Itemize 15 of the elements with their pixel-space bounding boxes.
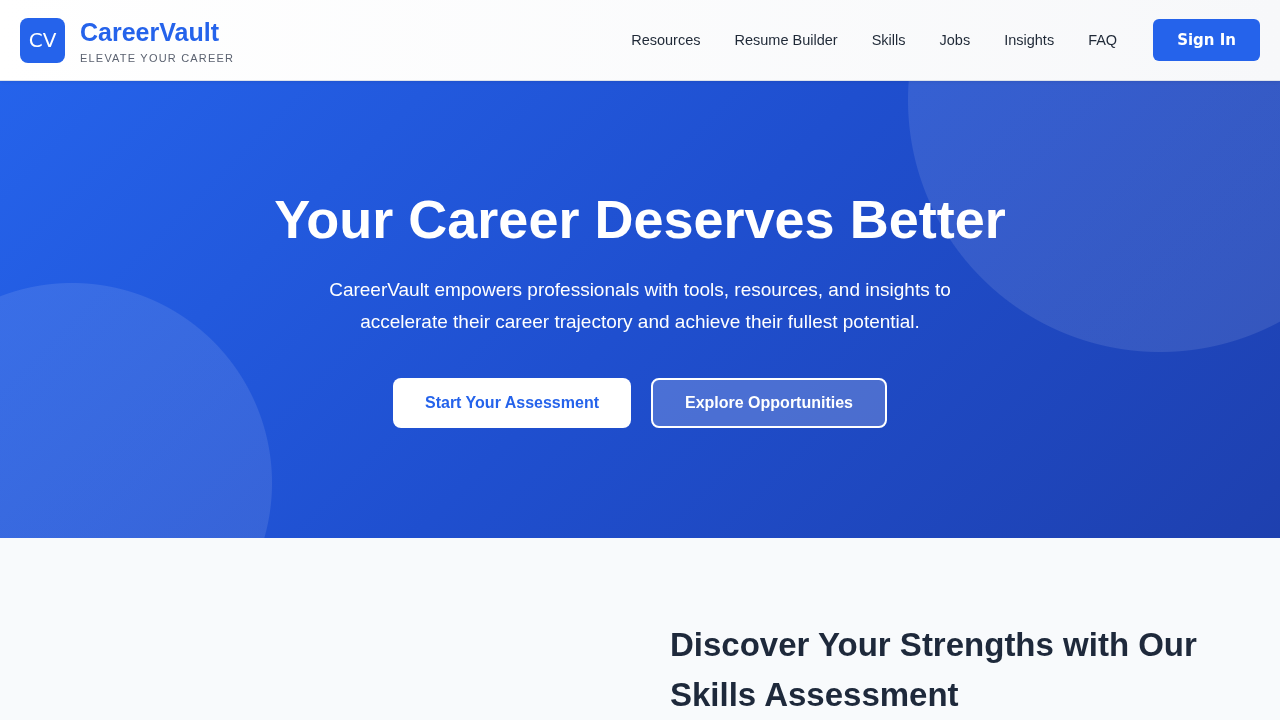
hero-subtitle: CareerVault empowers professionals with tools, resources, and insights to accelerate their career trajectory and achieve their fullest potential. — [328, 277, 952, 334]
nav-link[interactable]: Resources — [631, 32, 701, 48]
nav-link[interactable]: Resume Builder — [734, 32, 838, 48]
explore-opportunities-button[interactable]: Explore Opportunities — [651, 377, 887, 428]
sign-in-button[interactable]: Sign In — [1153, 19, 1260, 61]
brand-name: CareerVault — [80, 17, 220, 46]
hero-title: Your Career Deserves Better — [274, 187, 1006, 251]
logo-mark: CV — [20, 17, 65, 63]
section-heading: Discover Your Strengths with Our Skills Assessment — [670, 625, 1198, 715]
nav-link[interactable]: Skills — [871, 32, 906, 48]
brand-tagline: ELEVATE YOUR CAREER — [80, 51, 235, 65]
start-assessment-button[interactable]: Start Your Assessment — [393, 377, 631, 428]
nav-link[interactable]: FAQ — [1088, 32, 1118, 48]
nav-link[interactable]: Jobs — [939, 32, 971, 48]
nav-link[interactable]: Insights — [1004, 32, 1055, 48]
